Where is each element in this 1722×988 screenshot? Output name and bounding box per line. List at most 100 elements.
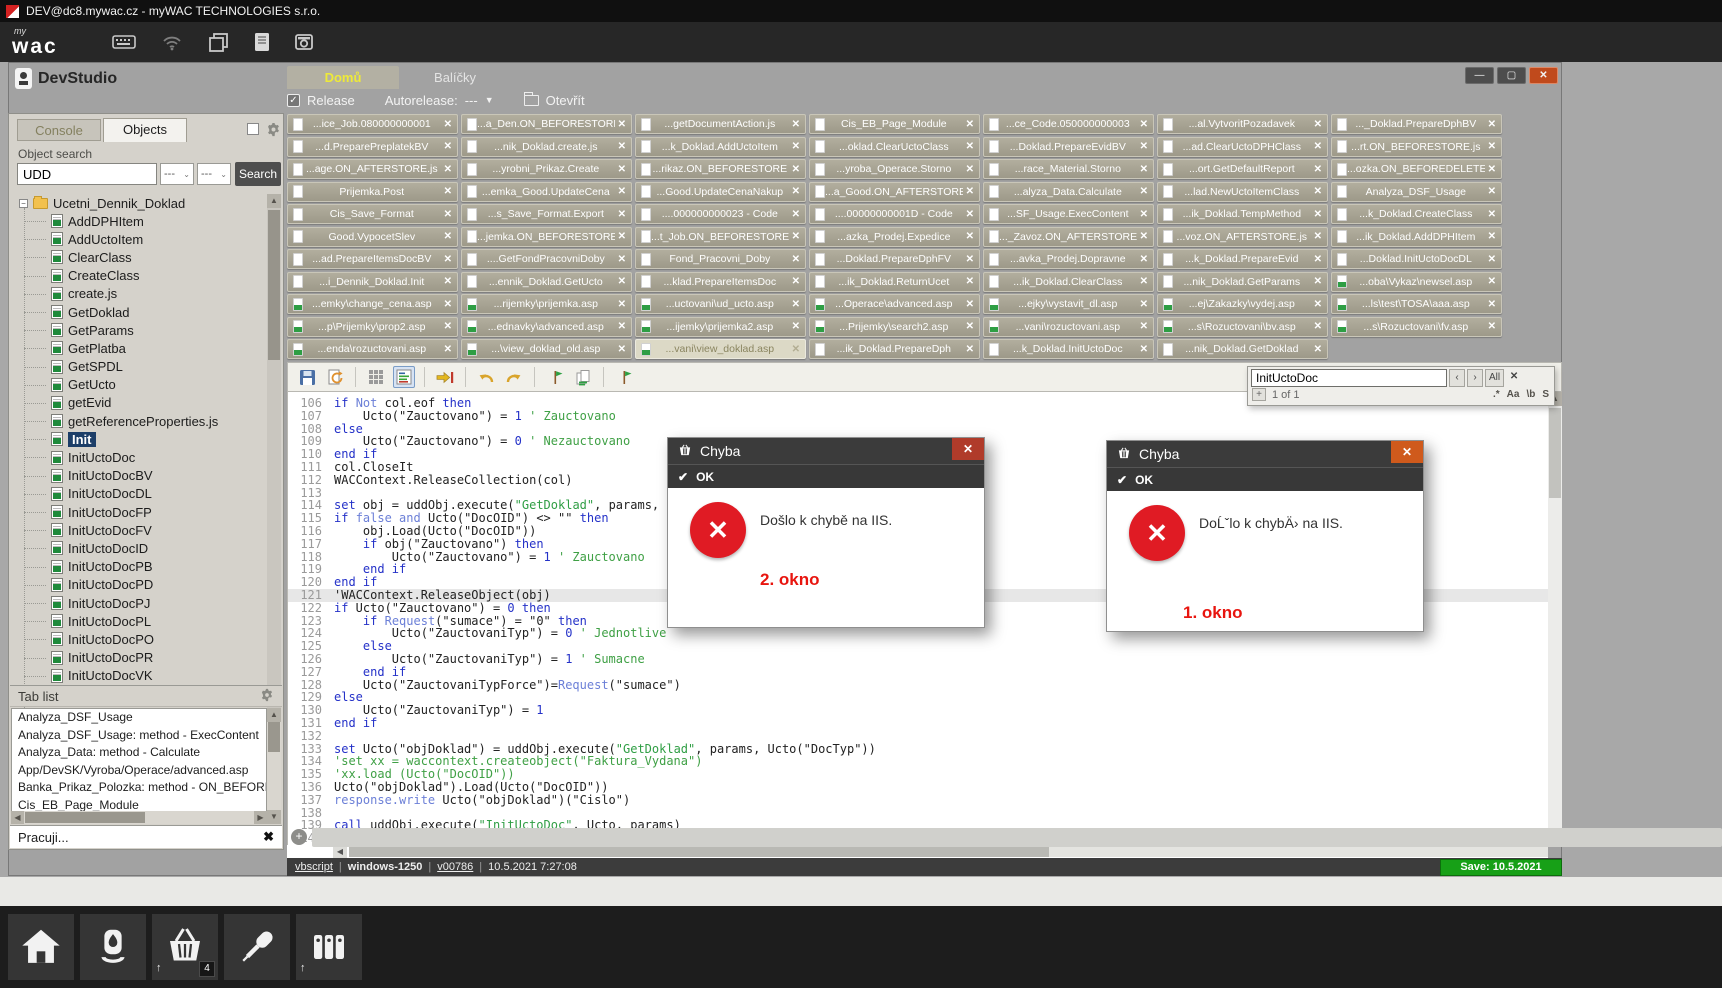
grid-view-icon[interactable] bbox=[365, 366, 387, 388]
file-tab[interactable]: ...rt.ON_BEFORESTORE.js✕ bbox=[1331, 137, 1502, 157]
file-tab[interactable]: ...oklad.ClearUctoClass✕ bbox=[809, 137, 980, 157]
close-icon[interactable]: ✕ bbox=[792, 276, 800, 287]
ok-button[interactable]: ✔ OK bbox=[668, 464, 984, 488]
file-tab[interactable]: ...k_Doklad.PrepareEvid✕ bbox=[1157, 249, 1328, 269]
close-icon[interactable]: ✕ bbox=[966, 164, 974, 175]
tree-item-GetDoklad[interactable]: GetDoklad bbox=[17, 303, 265, 321]
file-tab[interactable]: ...rijemky\prijemka.asp✕ bbox=[461, 294, 632, 314]
file-tab[interactable]: ...voz.ON_AFTERSTORE.js✕ bbox=[1157, 227, 1328, 247]
close-icon[interactable]: ✕ bbox=[966, 186, 974, 197]
file-tab[interactable]: ...ejky\vystavit_dl.asp✕ bbox=[983, 294, 1154, 314]
file-tab[interactable]: ...ik_Doklad.ReturnUcet✕ bbox=[809, 272, 980, 292]
close-icon[interactable]: ✕ bbox=[1140, 276, 1148, 287]
language-link[interactable]: vbscript bbox=[295, 861, 333, 873]
close-icon[interactable]: ✕ bbox=[1488, 254, 1496, 265]
ok-button[interactable]: ✔ OK bbox=[1107, 467, 1423, 491]
close-icon[interactable]: ✕ bbox=[618, 276, 626, 287]
tab-domu[interactable]: Domů bbox=[287, 66, 399, 89]
close-icon[interactable]: ✕ bbox=[444, 276, 452, 287]
close-icon[interactable]: ✕ bbox=[1488, 209, 1496, 220]
file-tab[interactable]: ...ice_Job.080000000001✕ bbox=[287, 114, 458, 134]
home-icon[interactable] bbox=[8, 914, 74, 980]
close-icon[interactable]: ✕ bbox=[1140, 119, 1148, 130]
file-tab[interactable]: ...avka_Prodej.Dopravne✕ bbox=[983, 249, 1154, 269]
close-icon[interactable]: ✕ bbox=[1488, 231, 1496, 242]
burner-icon[interactable] bbox=[80, 914, 146, 980]
file-tab[interactable]: ...i_Dennik_Doklad.Init✕ bbox=[287, 272, 458, 292]
find-close-icon[interactable]: ✕ bbox=[1506, 369, 1522, 387]
close-icon[interactable]: ✕ bbox=[1488, 321, 1496, 332]
close-icon[interactable]: ✕ bbox=[1488, 276, 1496, 287]
gear-icon[interactable] bbox=[266, 122, 281, 140]
close-icon[interactable]: ✕ bbox=[1314, 276, 1322, 287]
close-icon[interactable]: ✕ bbox=[1314, 231, 1322, 242]
basket-icon[interactable]: ↑ 4 bbox=[152, 914, 218, 980]
file-tab[interactable]: ...yroba_Operace.Storno✕ bbox=[809, 159, 980, 179]
close-icon[interactable]: ✕ bbox=[1140, 299, 1148, 310]
file-tab[interactable]: ...oba\Vykaz\newsel.asp✕ bbox=[1331, 272, 1502, 292]
close-icon[interactable]: ✕ bbox=[792, 119, 800, 130]
close-icon[interactable]: ✕ bbox=[966, 344, 974, 355]
file-tab[interactable]: ...s_Save_Format.Export✕ bbox=[461, 204, 632, 224]
close-icon[interactable]: ✕ bbox=[618, 164, 626, 175]
file-tab[interactable]: ...race_Material.Storno✕ bbox=[983, 159, 1154, 179]
panel-checkbox[interactable] bbox=[247, 123, 259, 135]
close-icon[interactable]: ✕ bbox=[1314, 209, 1322, 220]
filter1-select[interactable]: ---⌄ bbox=[160, 163, 194, 185]
tree-item-InitUctoDocID[interactable]: InitUctoDocID bbox=[17, 539, 265, 557]
camera-icon[interactable] bbox=[294, 32, 314, 52]
close-icon[interactable]: ✕ bbox=[444, 299, 452, 310]
redo-icon[interactable] bbox=[503, 366, 525, 388]
close-icon[interactable]: ✕ bbox=[1314, 344, 1322, 355]
list-item[interactable]: App/DevSK/Vyroba/Operace/advanced.asp bbox=[12, 762, 266, 780]
tree-item-CreateClass[interactable]: CreateClass bbox=[17, 267, 265, 285]
close-icon[interactable]: ✕ bbox=[966, 321, 974, 332]
close-icon[interactable]: ✕ bbox=[966, 299, 974, 310]
close-button[interactable]: ✕ bbox=[1529, 67, 1558, 84]
file-tab[interactable]: ...ik_Doklad.AddDPHItem✕ bbox=[1331, 227, 1502, 247]
close-icon[interactable]: ✕ bbox=[792, 231, 800, 242]
close-icon[interactable]: ✕ bbox=[1140, 344, 1148, 355]
close-icon[interactable]: ✕ bbox=[444, 231, 452, 242]
tree-item-InitUctoDocDL[interactable]: InitUctoDocDL bbox=[17, 485, 265, 503]
file-tab[interactable]: ...vani\view_doklad.asp✕ bbox=[635, 339, 806, 359]
close-icon[interactable]: ✕ bbox=[618, 231, 626, 242]
tree-item-InitUctoDocVK[interactable]: InitUctoDocVK bbox=[17, 667, 265, 685]
close-icon[interactable]: ✕ bbox=[444, 344, 452, 355]
close-icon[interactable]: ✕ bbox=[792, 209, 800, 220]
add-tab-button[interactable]: + bbox=[291, 829, 307, 845]
open-button[interactable]: Otevřít bbox=[524, 93, 585, 108]
close-icon[interactable]: ✕ bbox=[792, 141, 800, 152]
close-icon[interactable]: ✕ bbox=[966, 209, 974, 220]
tree-item-GetPlatba[interactable]: GetPlatba bbox=[17, 339, 265, 357]
list-item[interactable]: Analyza_DSF_Usage: method - ExecContent bbox=[12, 727, 266, 745]
file-tab[interactable]: ...ozka.ON_BEFOREDELETE✕ bbox=[1331, 159, 1502, 179]
file-tab[interactable]: ...Doklad.InitUctoDocDL✕ bbox=[1331, 249, 1502, 269]
close-icon[interactable]: ✕ bbox=[1314, 321, 1322, 332]
tab-list-vscrollbar[interactable]: ▲ ▼ bbox=[267, 708, 281, 824]
file-tab[interactable]: ...ednavky\advanced.asp✕ bbox=[461, 317, 632, 337]
find-option-toggle[interactable]: .* bbox=[1493, 389, 1500, 400]
file-tab[interactable]: ...ik_Doklad.TempMethod✕ bbox=[1157, 204, 1328, 224]
close-icon[interactable]: ✕ bbox=[792, 164, 800, 175]
file-tab[interactable]: ...vani\rozuctovani.asp✕ bbox=[983, 317, 1154, 337]
close-icon[interactable]: ✕ bbox=[792, 254, 800, 265]
refresh-icon[interactable] bbox=[324, 366, 346, 388]
scrollbar-thumb[interactable] bbox=[349, 846, 1049, 857]
file-tab[interactable]: ...ad.PrepareItemsDocBV✕ bbox=[287, 249, 458, 269]
file-tab[interactable]: ....GetFondPracovniDoby✕ bbox=[461, 249, 632, 269]
close-icon[interactable]: ✕ bbox=[1140, 164, 1148, 175]
list-item[interactable]: Analyza_Data: method - Calculate bbox=[12, 744, 266, 762]
close-icon[interactable]: ✕ bbox=[618, 254, 626, 265]
file-tab[interactable]: ...k_Doklad.AddUctoItem✕ bbox=[635, 137, 806, 157]
file-tab[interactable]: ...ls\test\TOSA\aaa.asp✕ bbox=[1331, 294, 1502, 314]
file-tab[interactable]: ...t_Job.ON_BEFORESTORE✕ bbox=[635, 227, 806, 247]
tree-item-GetUcto[interactable]: GetUcto bbox=[17, 376, 265, 394]
save-icon[interactable] bbox=[296, 366, 318, 388]
file-tab[interactable]: ...jemka.ON_BEFORESTORE✕ bbox=[461, 227, 632, 247]
close-icon[interactable]: ✕ bbox=[1488, 119, 1496, 130]
file-tab[interactable]: ...nik_Doklad.GetDoklad✕ bbox=[1157, 339, 1328, 359]
close-icon[interactable]: ✕ bbox=[618, 186, 626, 197]
file-tab[interactable]: ....000000000023 - Code✕ bbox=[635, 204, 806, 224]
file-tab[interactable]: ...ijemky\prijemka2.asp✕ bbox=[635, 317, 806, 337]
